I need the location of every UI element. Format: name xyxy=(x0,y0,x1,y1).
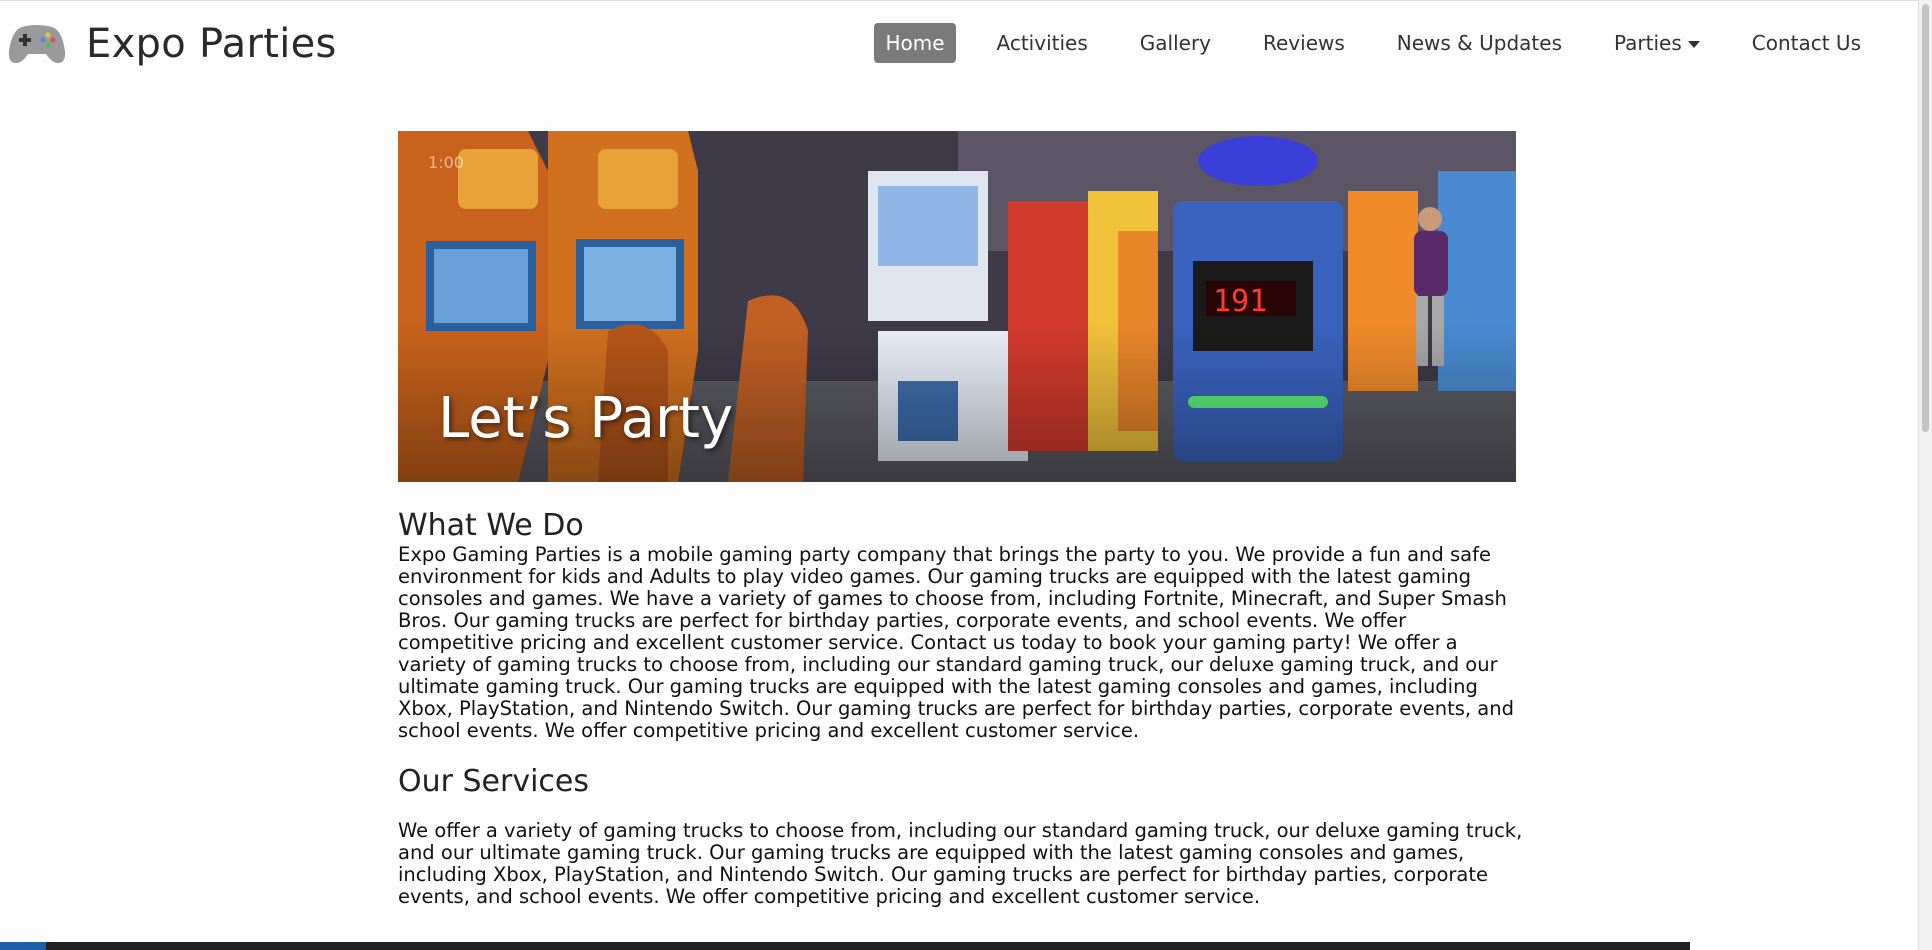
section-text-what-we-do: Expo Gaming Parties is a mobile gaming p… xyxy=(398,543,1514,742)
page-scrollbar[interactable] xyxy=(1918,0,1932,950)
hero-title: Let’s Party xyxy=(438,386,734,451)
brand-title: Expo Parties xyxy=(86,21,337,67)
nav-home-label: Home xyxy=(885,31,945,55)
section-heading-our-services: Our Services xyxy=(398,764,590,799)
nav-reviews[interactable]: Reviews xyxy=(1252,23,1356,63)
nav-parties-dropdown[interactable]: Parties xyxy=(1603,23,1711,63)
video-timestamp: 1:00 xyxy=(428,153,464,172)
gamepad-icon xyxy=(8,21,66,67)
main-nav: Home Activities Gallery Reviews News & U… xyxy=(844,23,1872,63)
section-heading-what-we-do: What We Do xyxy=(398,508,584,543)
nav-home[interactable]: Home xyxy=(874,23,956,63)
nav-news-updates-label: News & Updates xyxy=(1396,31,1562,55)
page: Expo Parties Home Activities Gallery Rev… xyxy=(0,0,1932,950)
brand-link[interactable]: Expo Parties xyxy=(8,21,337,67)
nav-activities-label: Activities xyxy=(996,31,1088,55)
nav-reviews-label: Reviews xyxy=(1263,31,1345,55)
main-content: What We Do Expo Gaming Parties is a mobi… xyxy=(398,508,1523,908)
scrollbar-thumb[interactable] xyxy=(1922,4,1929,432)
nav-news-updates[interactable]: News & Updates xyxy=(1386,23,1573,63)
hero-banner: 191 1:00 Let’s Party xyxy=(398,131,1516,482)
nav-contact-us-label: Contact Us xyxy=(1751,31,1861,55)
nav-gallery-label: Gallery xyxy=(1139,31,1211,55)
nav-gallery[interactable]: Gallery xyxy=(1129,23,1222,63)
nav-parties-label: Parties xyxy=(1614,31,1682,55)
taskbar-start[interactable] xyxy=(0,942,46,950)
navbar: Expo Parties Home Activities Gallery Rev… xyxy=(0,0,1932,97)
taskbar xyxy=(0,942,1690,950)
nav-activities[interactable]: Activities xyxy=(986,23,1099,63)
section-text-our-services: We offer a variety of gaming trucks to c… xyxy=(398,819,1523,908)
nav-contact-us[interactable]: Contact Us xyxy=(1741,23,1872,63)
caret-down-icon xyxy=(1687,40,1700,48)
